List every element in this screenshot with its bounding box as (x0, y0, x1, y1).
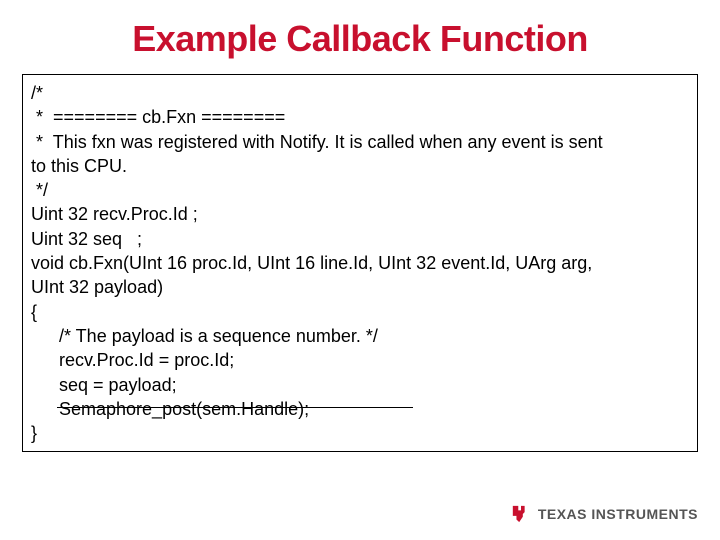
code-line: * ======== cb.Fxn ======== (31, 105, 689, 129)
strike-line (57, 407, 413, 408)
code-line: /* The payload is a sequence number. */ (31, 324, 689, 348)
code-line: Uint 32 recv.Proc.Id ; (31, 202, 689, 226)
code-line: * This fxn was registered with Notify. I… (31, 130, 689, 154)
slide-title: Example Callback Function (0, 0, 720, 74)
ti-chip-icon (510, 504, 532, 524)
code-text: /* The payload is a sequence number. */ (59, 326, 378, 346)
code-text: seq = payload; (59, 375, 177, 395)
code-line: } (31, 421, 689, 445)
code-line: to this CPU. (31, 154, 689, 178)
code-text: recv.Proc.Id = proc.Id; (59, 350, 234, 370)
brand-text: TEXAS INSTRUMENTS (538, 506, 698, 522)
code-line: void cb.Fxn(UInt 16 proc.Id, UInt 16 lin… (31, 251, 689, 275)
code-line: Uint 32 seq ; (31, 227, 689, 251)
code-line: recv.Proc.Id = proc.Id; (31, 348, 689, 372)
code-line: Semaphore_post(sem.Handle); (31, 397, 689, 421)
code-line: */ (31, 178, 689, 202)
ti-logo: TEXAS INSTRUMENTS (510, 504, 698, 524)
code-line: UInt 32 payload) (31, 275, 689, 299)
code-line: seq = payload; (31, 373, 689, 397)
footer: TEXAS INSTRUMENTS (510, 504, 698, 524)
code-box: /* * ======== cb.Fxn ======== * This fxn… (22, 74, 698, 452)
code-text: Semaphore_post(sem.Handle); (59, 399, 309, 419)
code-line: /* (31, 81, 689, 105)
code-line: { (31, 300, 689, 324)
